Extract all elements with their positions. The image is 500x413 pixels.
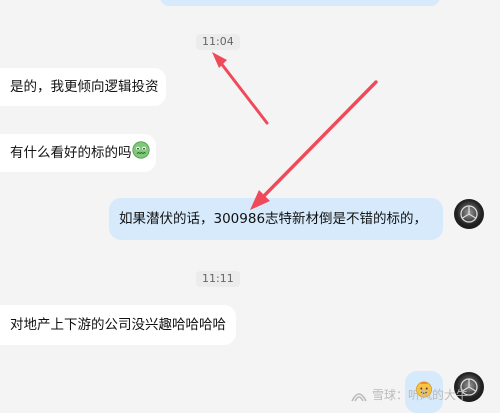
message-text: 有什么看好的标的吗 [10,145,132,161]
snowball-logo-icon [351,392,367,401]
message-bubble-real-estate[interactable]: 对地产上下游的公司没兴趣哈哈哈哈 [0,305,236,345]
arrow-to-stock-code [250,80,378,210]
message-bubble-stock-pick[interactable]: 如果潜伏的话，300986志特新材倒是不错的标的， [109,198,443,240]
message-bubble-previous [160,0,440,6]
user-avatar[interactable] [454,199,484,229]
nervous-face-icon [131,141,150,165]
message-bubble-logic-investing[interactable]: 是的，我更倾向逻辑投资 [0,68,166,106]
timestamp-1104: 11:04 [196,34,240,50]
watermark: 雪球：听风的大牛 [350,386,468,403]
timestamp-1111: 11:11 [196,271,240,287]
chat-window: 11:04 是的，我更倾向逻辑投资 有什么看好的标的吗 如果潜伏的话，30098… [0,0,500,413]
watermark-text: 雪球：听风的大牛 [372,388,469,402]
message-text: 是的，我更倾向逻辑投资 [10,79,159,95]
message-text: 如果潜伏的话，300986志特新材倒是不错的标的， [119,211,428,227]
message-text: 对地产上下游的公司没兴趣哈哈哈哈 [10,317,226,333]
arrow-to-timestamp [212,52,269,125]
message-bubble-any-picks[interactable]: 有什么看好的标的吗 [0,134,156,172]
